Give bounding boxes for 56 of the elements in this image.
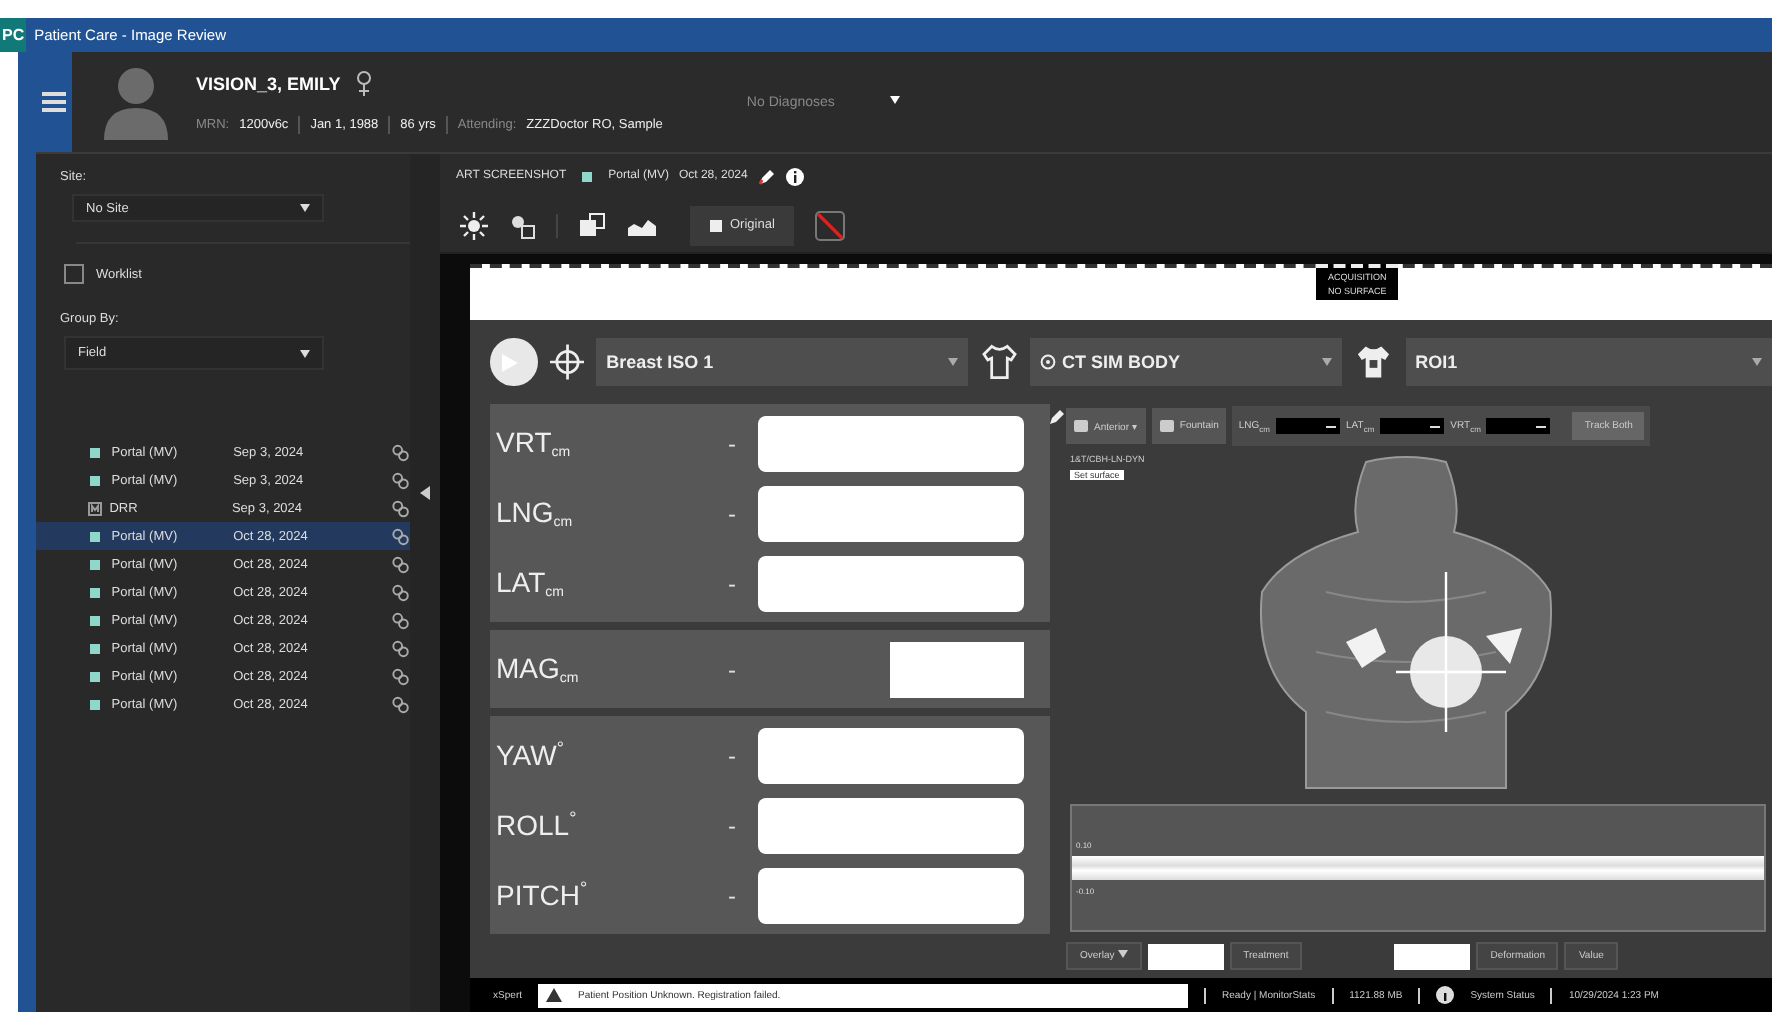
caret-icon <box>1322 358 1333 366</box>
app-badge: PC <box>0 18 27 52</box>
field-label: PITCH$^{°}$ <box>496 878 590 912</box>
offset-field[interactable] <box>1486 418 1551 434</box>
pencil-icon[interactable] <box>1050 408 1066 424</box>
offset-field[interactable] <box>1380 418 1445 434</box>
sign-label: - <box>728 429 738 457</box>
pencil-icon[interactable] <box>757 167 776 185</box>
value-field[interactable] <box>758 485 1024 541</box>
sign-label: - <box>728 741 738 769</box>
worklist-checkbox[interactable] <box>64 264 84 284</box>
offset-field[interactable] <box>1276 418 1340 434</box>
patient-name: VISION_3, EMILY <box>196 74 341 94</box>
caret-icon <box>1752 358 1762 366</box>
field-label: MAG$_{cm}$ <box>496 652 581 686</box>
sign-label: - <box>728 569 738 597</box>
caret-icon <box>300 349 310 357</box>
info-icon[interactable] <box>785 167 804 185</box>
play-button[interactable] <box>490 338 538 386</box>
info-icon <box>1436 986 1455 1004</box>
isocenter-dropdown[interactable]: Breast ISO 1 <box>596 338 967 386</box>
caret-icon <box>300 204 310 212</box>
structure-dropdown[interactable]: CT SIM BODY <box>1029 338 1343 386</box>
value-field[interactable] <box>1147 943 1224 969</box>
sign-label: - <box>728 811 738 839</box>
roi-dropdown[interactable]: ROI1 <box>1405 338 1772 386</box>
caret-icon <box>947 358 957 366</box>
value-field[interactable] <box>758 415 1024 471</box>
overlay-icon[interactable] <box>578 211 606 239</box>
brightness-icon[interactable] <box>460 211 488 239</box>
value-field[interactable] <box>758 555 1024 611</box>
target-icon <box>1039 354 1056 370</box>
field-label: YAW$^{°}$ <box>496 738 566 772</box>
collapse-icon[interactable] <box>420 486 430 500</box>
value-field[interactable] <box>1394 943 1471 969</box>
field-label: LNG$_{cm}$ <box>496 496 575 530</box>
shirt-icon <box>979 342 1018 382</box>
value-field[interactable] <box>890 641 1024 697</box>
warning-icon <box>546 988 562 1002</box>
shirt-icon <box>1354 342 1394 382</box>
field-label: VRT$_{cm}$ <box>496 426 573 460</box>
contrast-icon[interactable] <box>508 211 536 239</box>
field-label: ROLL$^{°}$ <box>496 808 579 842</box>
sign-label: - <box>728 881 738 909</box>
field-label: LAT$_{cm}$ <box>496 566 566 600</box>
sign-label: - <box>728 499 738 527</box>
caret-icon <box>1117 950 1128 958</box>
sign-label: - <box>728 655 738 683</box>
menu-icon <box>42 92 66 112</box>
value-field[interactable] <box>758 867 1024 923</box>
caret-icon <box>890 95 901 103</box>
value-field[interactable] <box>758 797 1024 853</box>
value-field[interactable] <box>758 727 1024 783</box>
female-icon <box>356 70 373 98</box>
avatar-icon <box>100 64 172 140</box>
crosshair-icon <box>549 344 585 380</box>
